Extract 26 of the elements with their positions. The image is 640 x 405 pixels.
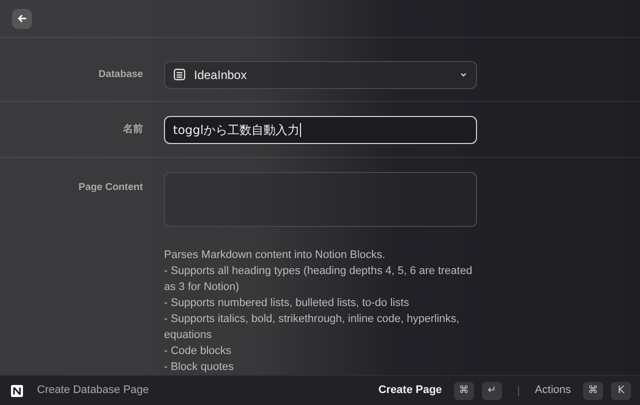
actions-button[interactable]: Actions xyxy=(534,382,571,399)
text-cursor xyxy=(300,122,301,136)
key-cap: ⌘ xyxy=(583,382,603,400)
description-line: - Supports italics, bold, strikethrough, inline code, hyperlinks, equations xyxy=(164,312,460,343)
arrow-left-icon xyxy=(16,13,28,24)
field-label: 名前 xyxy=(122,122,143,137)
database-icon xyxy=(173,68,186,81)
field-label: Page Content xyxy=(78,181,143,195)
footer-title: Create Database Page xyxy=(37,383,150,398)
create-page-button[interactable]: Create Page xyxy=(378,382,442,399)
description-line: - Block quotes xyxy=(164,360,235,375)
name-input-field[interactable]: togglから工数自動入力 xyxy=(164,116,477,144)
database-dropdown[interactable]: IdeaInbox xyxy=(164,60,477,88)
key-cap: K xyxy=(611,382,631,400)
notion-logo-icon xyxy=(9,382,25,398)
dropdown-value: IdeaInbox xyxy=(194,66,248,84)
field-label: Database xyxy=(98,68,143,82)
description-line: Parses Markdown content into Notion Blocks. xyxy=(164,248,386,263)
key-cap: ↵ xyxy=(482,382,502,400)
description-line: - Supports all heading types (heading depths 4, 5, 6 are treated as 3 for Notion) xyxy=(164,264,474,295)
key-cap: ⌘ xyxy=(454,382,474,400)
description-line: - Supports numbered lists, bulleted lists, to-do lists xyxy=(164,296,410,311)
chevron-down-icon xyxy=(459,70,468,79)
page-content-field[interactable] xyxy=(164,172,477,227)
description-line: - Code blocks xyxy=(164,344,232,359)
back-button[interactable] xyxy=(12,8,32,28)
